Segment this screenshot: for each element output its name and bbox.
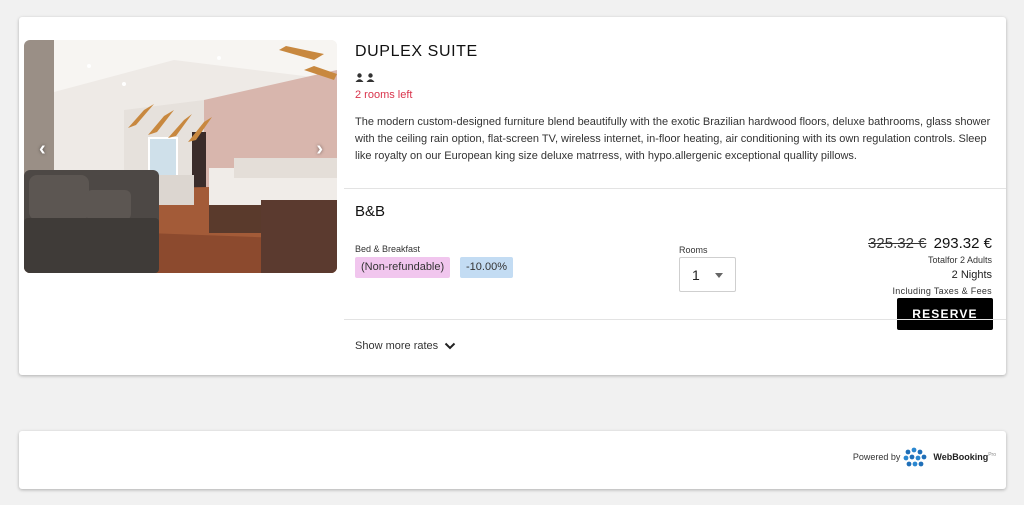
- room-photo-image: [24, 40, 337, 273]
- powered-by[interactable]: Powered by WebBookingPro: [853, 444, 996, 470]
- divider: [344, 188, 1006, 189]
- reserve-button[interactable]: RESERVE: [897, 298, 993, 330]
- webbooking-logo-icon: [903, 447, 927, 467]
- rate-name: B&B: [355, 203, 386, 220]
- chevron-down-icon: [444, 342, 456, 350]
- rooms-select-value: 1: [692, 267, 700, 283]
- price-taxes-note: Including Taxes & Fees: [892, 286, 992, 296]
- price-total-for: Totalfor 2 Adults: [927, 255, 992, 265]
- room-title: DUPLEX SUITE: [355, 43, 478, 60]
- non-refundable-badge: (Non-refundable): [355, 257, 451, 278]
- show-more-rates-button[interactable]: Show more rates: [355, 340, 456, 352]
- rate-subtitle: Bed & Breakfast: [355, 244, 421, 254]
- rooms-label: Rooms: [679, 245, 708, 255]
- price-line: 325.32 € 293.32 €: [868, 235, 992, 252]
- person-icon: [366, 73, 375, 82]
- current-price: 293.32 €: [933, 235, 992, 252]
- carousel-next-icon[interactable]: ›: [316, 138, 323, 161]
- discount-badge: -10.00%: [460, 257, 513, 278]
- rooms-select[interactable]: 1: [679, 257, 736, 292]
- room-card: ‹ › DUPLEX SUITE 2 rooms left The modern…: [19, 17, 1006, 375]
- guest-capacity: [355, 73, 375, 82]
- webbooking-brand: WebBookingPro: [933, 452, 996, 462]
- room-description: The modern custom-designed furniture ble…: [355, 116, 991, 162]
- carousel-prev-icon[interactable]: ‹: [39, 138, 46, 161]
- divider: [344, 319, 1006, 320]
- old-price: 325.32 €: [868, 235, 927, 252]
- room-photo[interactable]: ‹ ›: [24, 40, 337, 273]
- person-icon: [355, 73, 364, 82]
- footer-card: Powered by WebBookingPro: [19, 431, 1006, 489]
- price-nights: 2 Nights: [951, 269, 992, 281]
- show-more-label: Show more rates: [355, 340, 439, 352]
- rooms-left-notice: 2 rooms left: [355, 89, 413, 101]
- powered-by-label: Powered by: [852, 452, 901, 462]
- caret-down-icon: [715, 273, 723, 278]
